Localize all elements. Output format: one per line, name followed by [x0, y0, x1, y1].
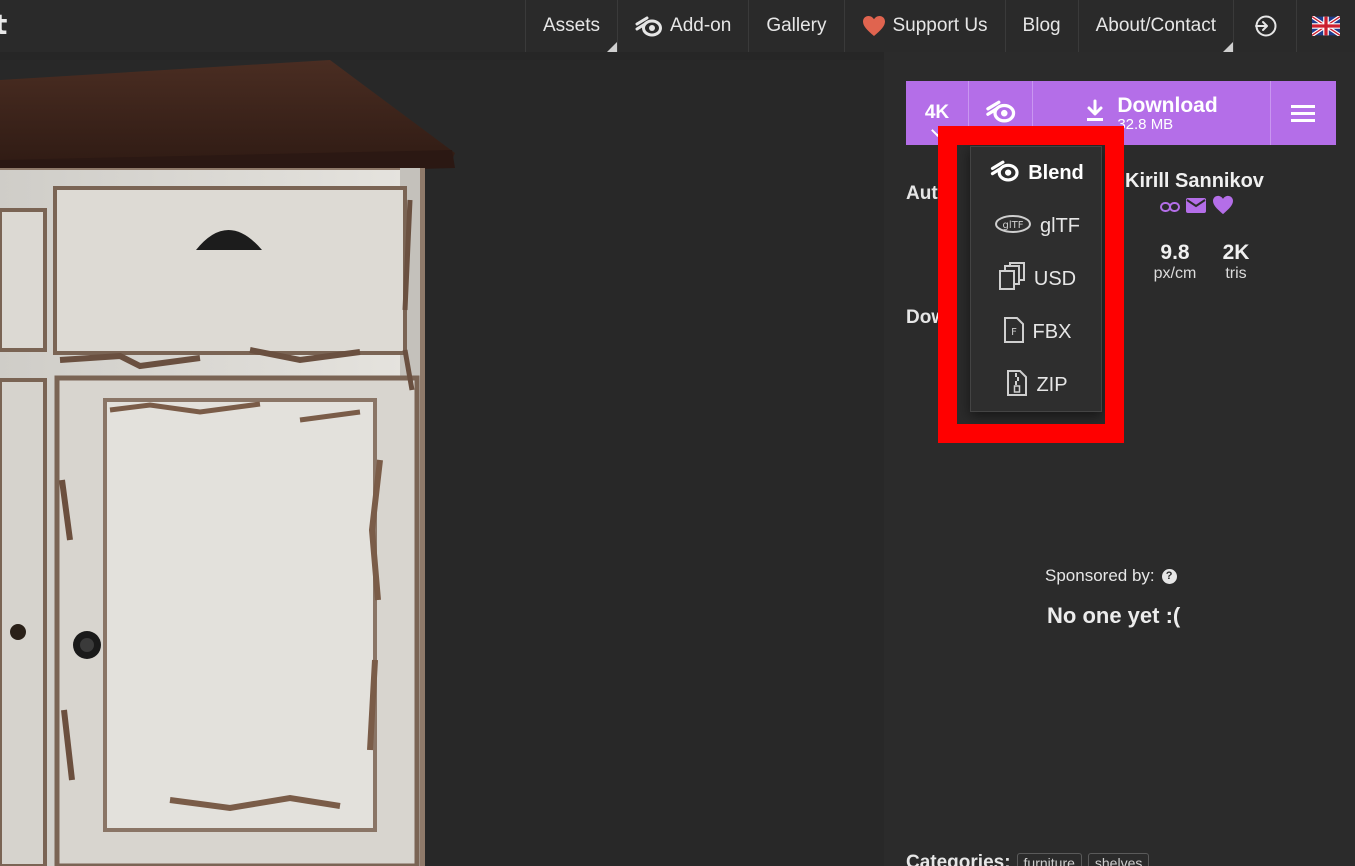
cabinet-render-image: [0, 60, 455, 866]
fbx-file-icon: F: [1003, 316, 1025, 350]
nav-item-label: About/Contact: [1095, 15, 1216, 36]
stat-value: 9.8: [1160, 241, 1190, 264]
download-bar: 4K Download 32.8 MB: [906, 81, 1336, 145]
download-text: Download 32.8 MB: [1117, 95, 1217, 132]
author-links: [1160, 195, 1234, 219]
heart-icon[interactable]: [1212, 195, 1234, 219]
asset-preview[interactable]: [0, 60, 884, 866]
nav-item-label: Add-on: [670, 15, 732, 36]
nav-item-addon[interactable]: Add-on: [617, 0, 748, 52]
nav-item-label: Assets: [543, 15, 601, 36]
nav-item-label: Gallery: [766, 15, 827, 36]
blender-icon: [635, 15, 663, 37]
stat-unit: px/cm: [1153, 265, 1197, 282]
more-options-button[interactable]: [1271, 81, 1335, 145]
sponsor-label-text: Sponsored by:: [1045, 566, 1155, 585]
format-option-fbx[interactable]: F FBX: [971, 306, 1103, 359]
nav-item-blog[interactable]: Blog: [1004, 0, 1078, 52]
nav-item-support[interactable]: Support Us: [843, 0, 1005, 52]
categories-label: Categories:: [906, 852, 1011, 866]
download-size: 32.8 MB: [1117, 115, 1174, 133]
asset-sidebar: [884, 52, 1355, 866]
categories: Categories: furniture shelves: [906, 852, 1150, 866]
format-option-label: glTF: [1040, 215, 1080, 237]
hamburger-icon: [1291, 105, 1315, 122]
heart-icon: [862, 15, 886, 37]
usd-icon: [998, 261, 1026, 298]
stat-texel-density: 9.8 px/cm: [1146, 241, 1204, 283]
category-tag[interactable]: furniture: [1016, 853, 1082, 866]
nav-item-assets[interactable]: Assets: [525, 0, 618, 52]
zip-file-icon: [1006, 369, 1028, 403]
nav-item-label: Blog: [1022, 15, 1061, 36]
resolution-label: 4K: [924, 102, 950, 123]
stat-triangles: 2K tris: [1214, 241, 1258, 283]
gltf-icon: glTF: [994, 214, 1032, 240]
format-option-gltf[interactable]: glTF glTF: [971, 200, 1103, 253]
nav-item-label: Support Us: [892, 15, 988, 36]
stat-fragment: n: [1112, 241, 1125, 265]
top-nav: t Assets Add-on Gallery Support Us Blog …: [0, 0, 1355, 52]
login-icon: [1253, 14, 1277, 38]
login-button[interactable]: [1233, 0, 1296, 52]
downloads-label: Down: [906, 307, 958, 328]
uk-flag-icon: [1312, 16, 1340, 36]
format-option-label: USD: [1033, 268, 1077, 290]
format-option-usd[interactable]: USD: [971, 253, 1103, 306]
format-option-label: ZIP: [1036, 374, 1068, 396]
email-icon[interactable]: [1186, 197, 1206, 217]
download-label: Download: [1117, 93, 1218, 117]
download-button[interactable]: Download 32.8 MB: [1033, 81, 1271, 145]
format-option-blend[interactable]: Blend: [971, 147, 1103, 200]
help-icon[interactable]: ?: [1161, 568, 1177, 584]
stat-fragment-value: n: [1112, 241, 1125, 264]
author-label: Auth: [906, 183, 950, 204]
format-option-label: Blend: [1028, 162, 1084, 184]
svg-text:glTF: glTF: [1003, 220, 1024, 231]
stat-value: 2K: [1222, 241, 1250, 264]
blender-icon: [990, 159, 1020, 188]
sponsor-value: No one yet :(: [1047, 603, 1181, 628]
format-select[interactable]: [969, 81, 1033, 145]
nav-item-gallery[interactable]: Gallery: [748, 0, 843, 52]
sponsor-label: Sponsored by: ?: [1045, 566, 1177, 586]
language-selector[interactable]: [1296, 0, 1355, 52]
format-option-zip[interactable]: ZIP: [971, 359, 1103, 412]
author-name[interactable]: Kirill Sannikov: [1125, 170, 1264, 193]
nav-item-about[interactable]: About/Contact: [1077, 0, 1234, 52]
download-icon: [1085, 99, 1105, 127]
stat-unit: tris: [1225, 265, 1247, 282]
svg-text:F: F: [1011, 327, 1017, 338]
resolution-select[interactable]: 4K: [906, 81, 969, 145]
site-logo[interactable]: t: [0, 8, 7, 41]
link-icon[interactable]: [1160, 198, 1180, 217]
nav-menu: Assets Add-on Gallery Support Us Blog Ab…: [525, 0, 1355, 52]
format-dropdown-menu: Blend glTF glTF USD F FBX ZIP: [970, 146, 1102, 412]
category-tag[interactable]: shelves: [1087, 853, 1150, 866]
format-option-label: FBX: [1032, 321, 1072, 343]
blender-icon: [985, 99, 1017, 127]
